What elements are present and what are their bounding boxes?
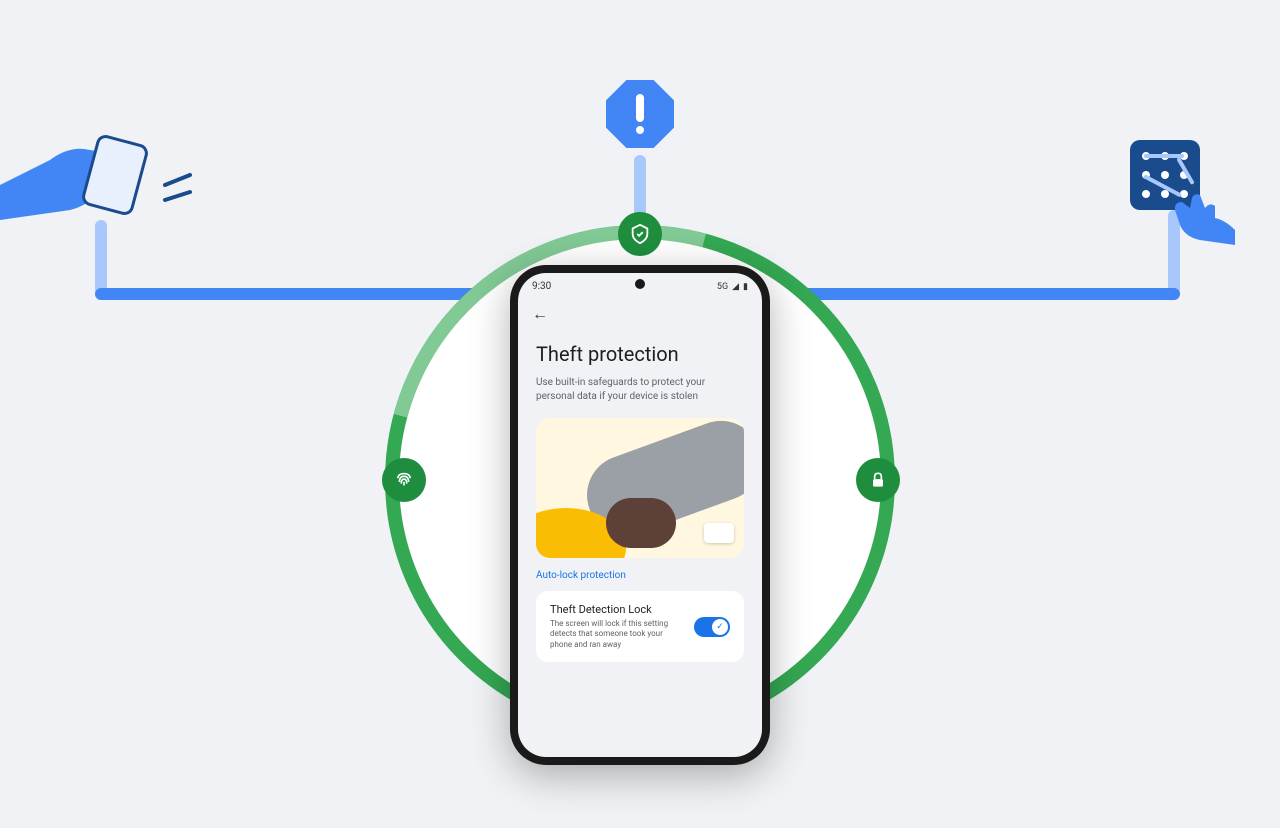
setting-title: Theft Detection Lock xyxy=(550,603,684,616)
status-time: 9:30 xyxy=(532,281,551,292)
theft-illustration xyxy=(536,418,744,558)
phone-mockup: 9:30 5G ◢ ▮ ← Theft protection Use built… xyxy=(510,265,770,765)
setting-desc: The screen will lock if this setting det… xyxy=(550,619,684,650)
alert-icon xyxy=(606,80,674,148)
section-label: Auto-lock protection xyxy=(536,570,744,581)
battery-icon: ▮ xyxy=(743,282,748,292)
setting-theft-detection-lock[interactable]: Theft Detection Lock The screen will loc… xyxy=(536,591,744,662)
keypad-icon xyxy=(1130,140,1220,230)
shield-icon xyxy=(618,212,662,256)
lock-icon xyxy=(856,458,900,502)
phone-notch xyxy=(635,279,645,289)
signal-icon: ◢ xyxy=(732,282,739,292)
status-network: 5G xyxy=(717,282,728,292)
fingerprint-icon xyxy=(382,458,426,502)
hand-phone-icon xyxy=(0,130,220,230)
back-button[interactable]: ← xyxy=(518,296,762,332)
screen-title: Theft protection xyxy=(536,342,744,366)
check-icon: ✓ xyxy=(712,619,728,635)
left-connector xyxy=(95,220,107,296)
toggle-switch[interactable]: ✓ xyxy=(694,617,730,637)
screen-subtitle: Use built-in safeguards to protect your … xyxy=(536,376,744,404)
